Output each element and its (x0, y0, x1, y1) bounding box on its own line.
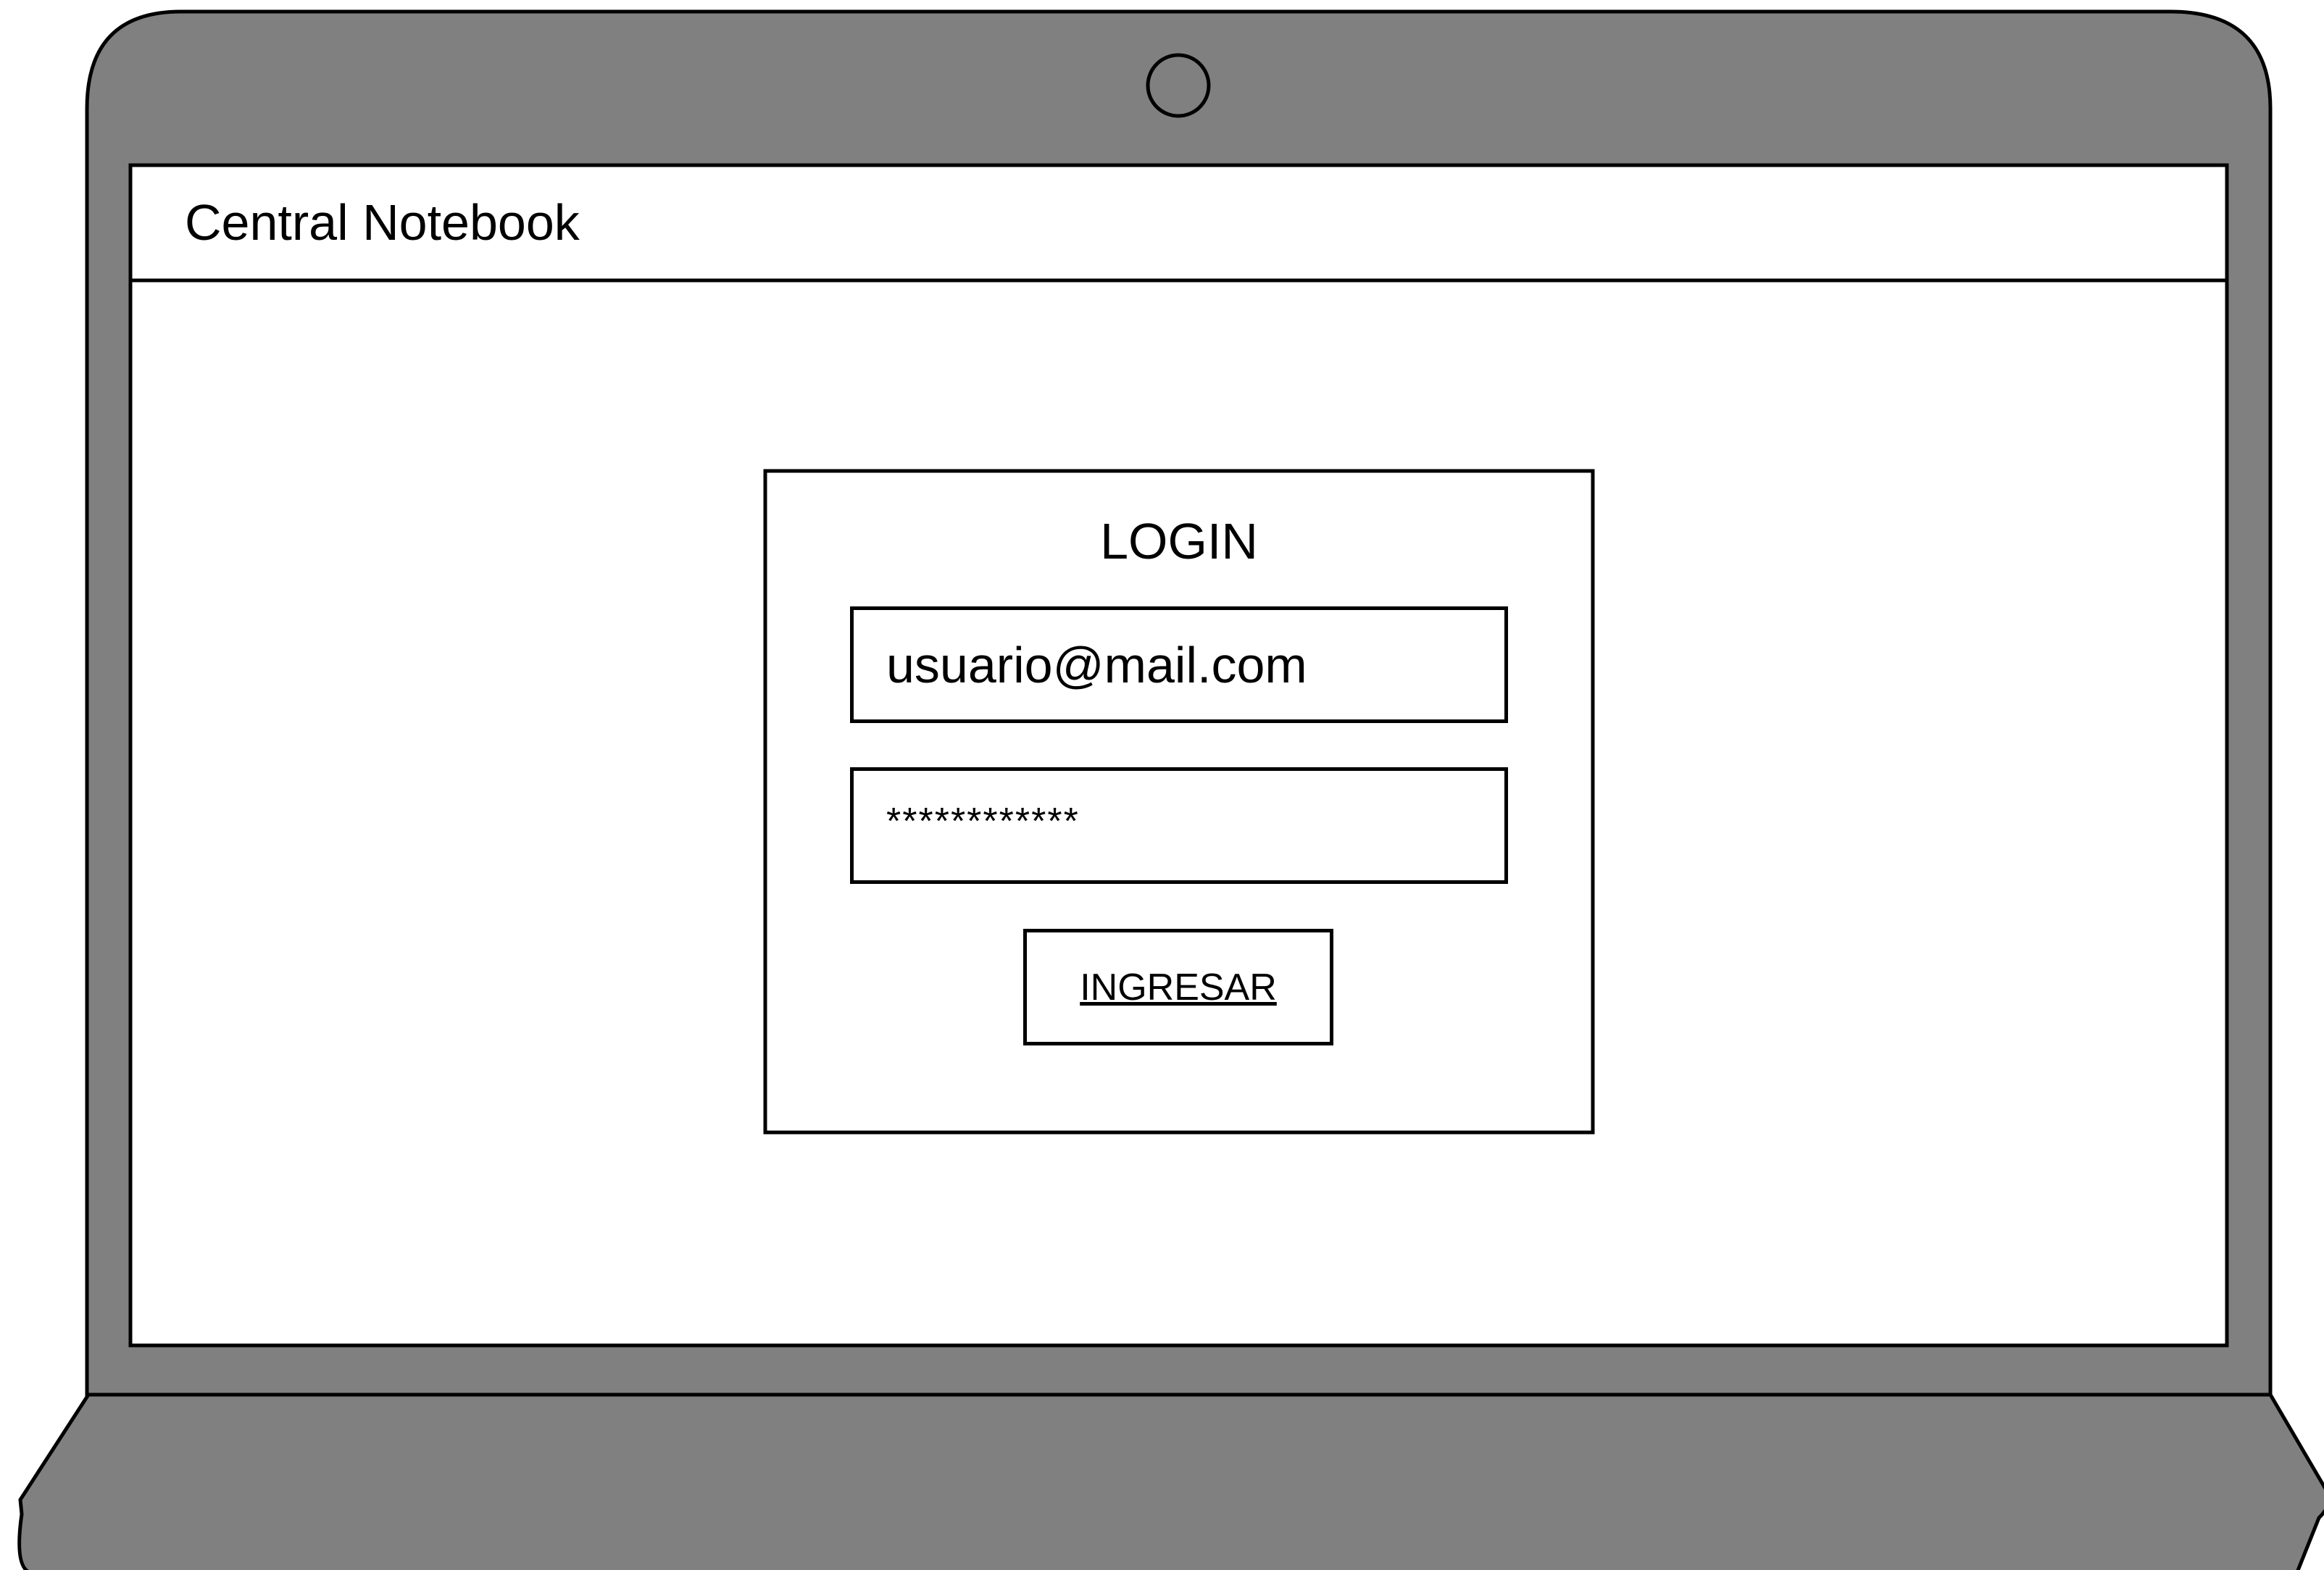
password-value: ************ (886, 801, 1080, 843)
login-button[interactable]: INGRESAR (1023, 929, 1333, 1045)
email-value: usuario@mail.com (886, 636, 1307, 693)
email-field[interactable]: usuario@mail.com (850, 606, 1508, 723)
login-button-label: INGRESAR (1080, 966, 1277, 1009)
laptop-base (17, 1392, 2324, 1570)
login-heading: LOGIN (1100, 513, 1258, 569)
laptop-mockup: Central Notebook LOGIN usuario@mail.com … (0, 0, 2324, 1570)
password-field[interactable]: ************ (850, 767, 1508, 884)
app-title: Central Notebook (185, 194, 580, 251)
